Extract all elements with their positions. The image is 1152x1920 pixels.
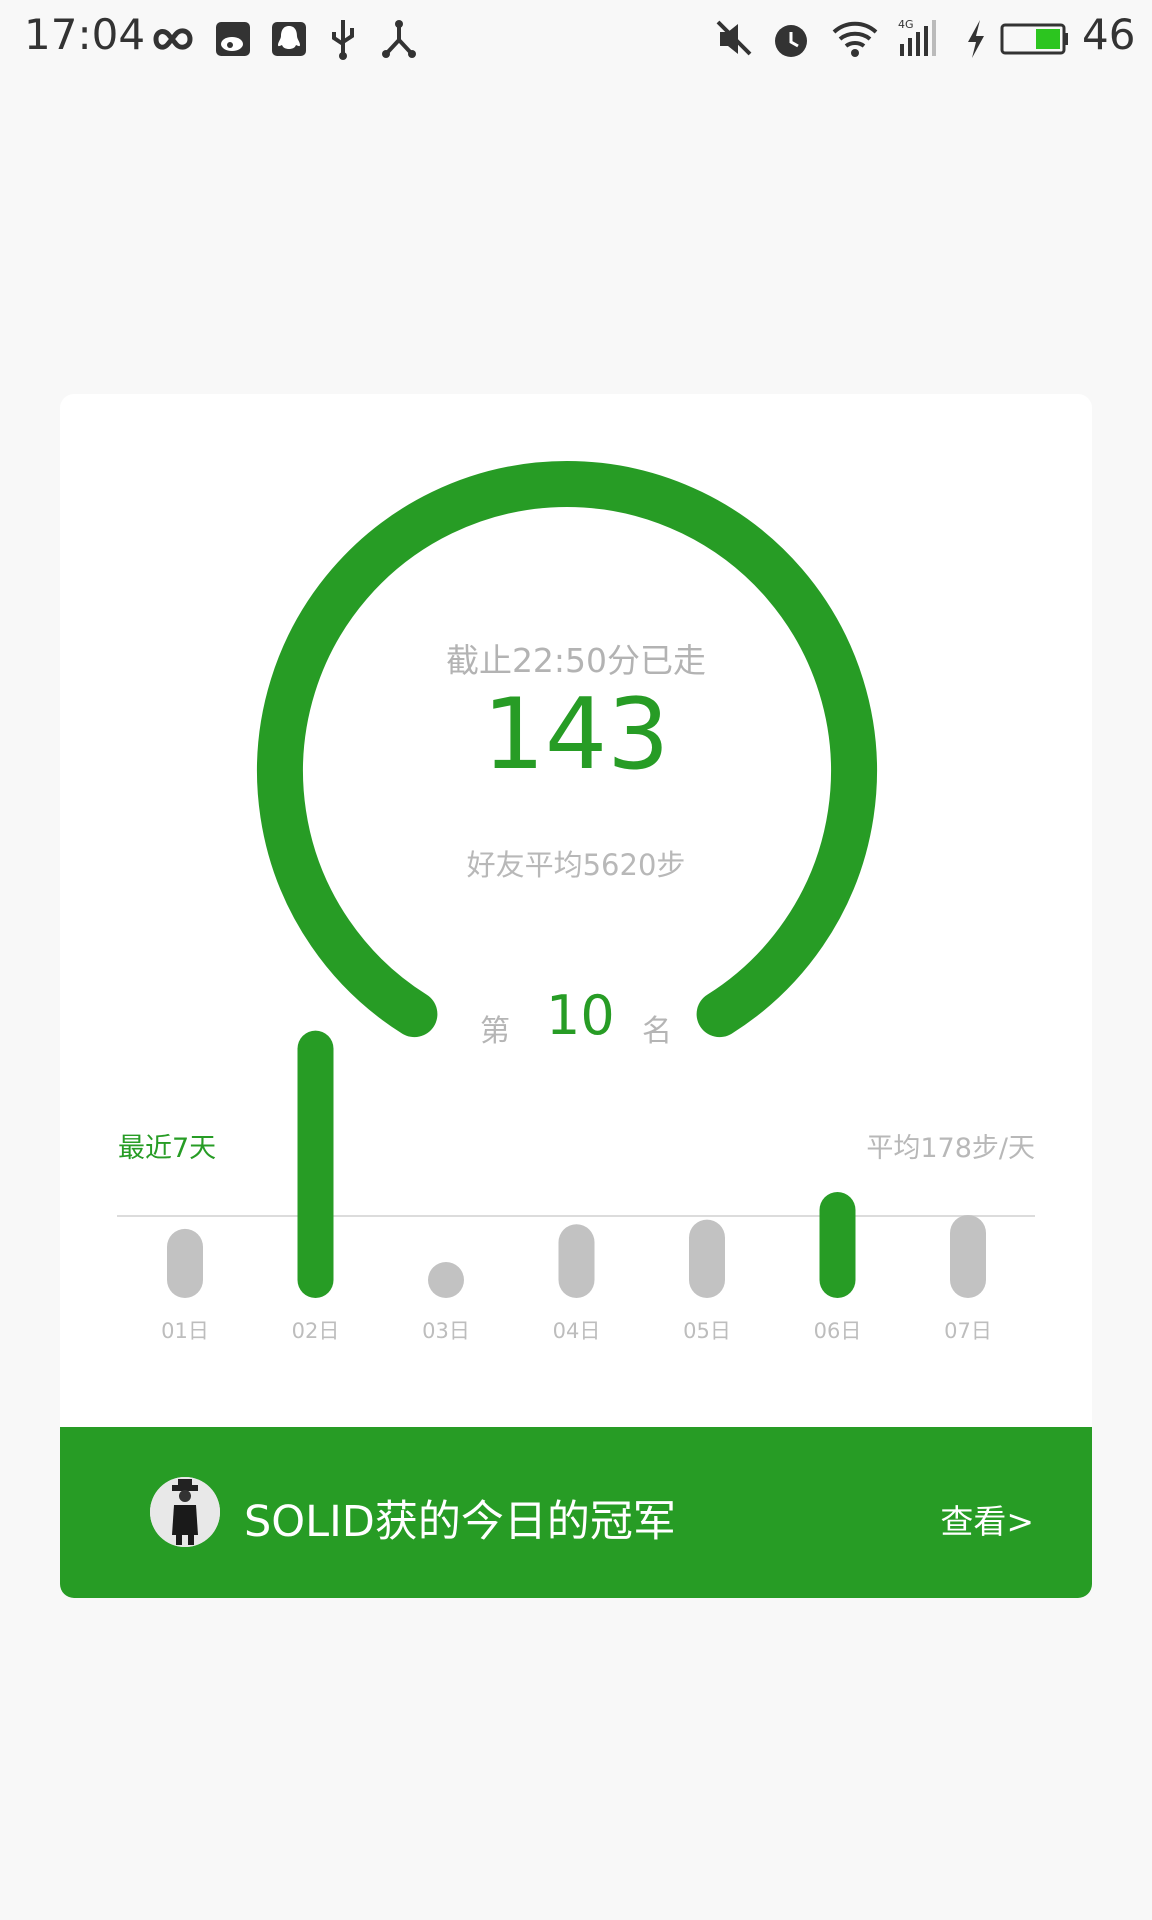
steps-card: 截止22:50分已走 143 好友平均5620步 第 10 名 最近7天 平均1…: [60, 394, 1092, 1598]
wifi-icon: [832, 21, 878, 57]
weekly-bar-chart: 01日 02日 03日 04日 05日 06日 07日: [117, 1030, 1035, 1343]
day-label-1: 01日: [161, 1319, 209, 1343]
status-bar: 17:04 4G 46: [0, 0, 1152, 78]
day-bar-2[interactable]: [297, 1030, 334, 1298]
battery-icon: [1000, 23, 1068, 55]
person-icon: [150, 1477, 220, 1547]
battery-level: 46: [1082, 10, 1136, 59]
mute-icon: [716, 20, 752, 56]
day-label-2: 02日: [292, 1319, 340, 1343]
champion-avatar[interactable]: [150, 1477, 220, 1547]
day-label-5: 05日: [683, 1319, 731, 1343]
weibo-icon: [216, 22, 250, 56]
day-bar-7[interactable]: [950, 1215, 986, 1298]
day-bar-1[interactable]: [167, 1228, 203, 1298]
day-bar-3[interactable]: [428, 1262, 464, 1298]
view-link[interactable]: 查看>: [940, 1495, 1034, 1543]
day-label-6: 06日: [814, 1319, 862, 1343]
charging-icon: [968, 20, 984, 58]
day-label-4: 04日: [553, 1319, 601, 1343]
champion-text: SOLID获的今日的冠军: [244, 1497, 676, 1547]
svg-text:4G: 4G: [898, 18, 914, 31]
status-time: 17:04: [24, 10, 146, 59]
signal-4g-icon: 4G: [898, 18, 936, 56]
share-icon: [382, 20, 416, 58]
day-bar-4[interactable]: [558, 1224, 595, 1298]
day-bar-6[interactable]: [819, 1191, 856, 1298]
infinity-icon: [153, 28, 193, 50]
day-bar-5[interactable]: [689, 1219, 725, 1298]
alarm-icon: [775, 25, 807, 57]
day-label-7: 07日: [944, 1319, 992, 1343]
qq-icon: [272, 22, 306, 56]
usb-icon: [332, 20, 354, 60]
champion-banner[interactable]: SOLID获的今日的冠军 查看>: [60, 1427, 1092, 1598]
day-label-3: 03日: [422, 1319, 470, 1343]
